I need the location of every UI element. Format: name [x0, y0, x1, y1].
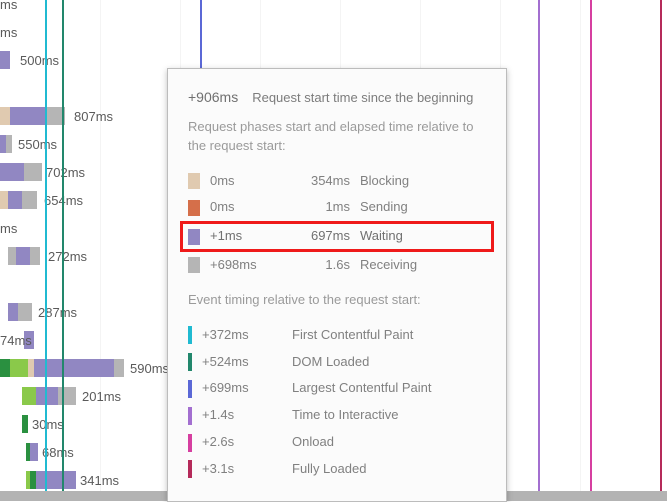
timing-bar[interactable]: [0, 51, 10, 69]
timing-bar[interactable]: [0, 135, 12, 153]
row-duration-label: 201ms: [82, 389, 121, 404]
phase-start: 0ms: [210, 172, 280, 191]
event-time: +524ms: [202, 353, 282, 372]
timing-bar[interactable]: [0, 191, 37, 209]
phase-row-receiving: +698ms 1.6s Receiving: [188, 252, 486, 279]
phase-start: +1ms: [210, 227, 280, 246]
phase-duration: 1ms: [290, 198, 350, 217]
phase-swatch-icon: [188, 229, 200, 245]
timing-bar[interactable]: [26, 443, 38, 461]
event-name: Time to Interactive: [292, 406, 486, 425]
row-duration-label: 341ms: [80, 473, 119, 488]
dom-marker: [62, 0, 64, 501]
events-list: +372ms First Contentful Paint +524ms DOM Lo…: [188, 322, 486, 483]
request-timing-tooltip: +906ms Request start time since the begi…: [167, 68, 507, 502]
phase-row-blocking: 0ms 354ms Blocking: [188, 168, 486, 195]
row-duration-label: 30ms: [32, 417, 64, 432]
table-row[interactable]: ms: [0, 18, 667, 46]
row-duration-label: 590ms: [130, 361, 169, 376]
row-duration-label: 272ms: [48, 249, 87, 264]
event-time: +2.6s: [202, 433, 282, 452]
table-row[interactable]: ms: [0, 0, 667, 18]
event-swatch-icon: [188, 380, 192, 398]
row-duration-label: 500ms: [20, 53, 59, 68]
phase-row-sending: 0ms 1ms Sending: [188, 194, 486, 221]
tooltip-header: +906ms Request start time since the begi…: [188, 87, 486, 108]
event-time: +699ms: [202, 379, 282, 398]
phases-list: 0ms 354ms Blocking 0ms 1ms Sending +1ms 697ms Wa…: [188, 168, 486, 279]
event-name: Fully Loaded: [292, 460, 486, 479]
event-time: +3.1s: [202, 460, 282, 479]
row-duration-label: ms: [0, 25, 17, 40]
event-name: DOM Loaded: [292, 353, 486, 372]
event-time: +1.4s: [202, 406, 282, 425]
timing-bar[interactable]: [22, 387, 76, 405]
timing-bar[interactable]: [22, 415, 28, 433]
phase-swatch-icon: [188, 200, 200, 216]
row-duration-label: ms: [0, 221, 17, 236]
event-row: +699ms Largest Contentful Paint: [188, 375, 486, 402]
event-row: +372ms First Contentful Paint: [188, 322, 486, 349]
timing-bar[interactable]: [8, 247, 40, 265]
phases-description: Request phases start and elapsed time re…: [188, 118, 486, 156]
events-description: Event timing relative to the request sta…: [188, 291, 486, 310]
phase-duration: 1.6s: [290, 256, 350, 275]
row-duration-label: 807ms: [74, 109, 113, 124]
event-row: +524ms DOM Loaded: [188, 349, 486, 376]
event-swatch-icon: [188, 326, 192, 344]
phase-start: 0ms: [210, 198, 280, 217]
event-swatch-icon: [188, 407, 192, 425]
event-swatch-icon: [188, 460, 192, 478]
event-name: First Contentful Paint: [292, 326, 486, 345]
phase-swatch-icon: [188, 173, 200, 189]
phase-row-waiting: +1ms 697ms Waiting: [180, 221, 494, 252]
row-duration-label: 702ms: [46, 165, 85, 180]
timing-bar[interactable]: [0, 163, 42, 181]
timing-bar[interactable]: [8, 303, 32, 321]
timing-bar[interactable]: [0, 107, 65, 125]
row-duration-label: ms: [0, 0, 17, 12]
phase-swatch-icon: [188, 257, 200, 273]
phase-duration: 354ms: [290, 172, 350, 191]
phase-name: Waiting: [360, 227, 486, 246]
phase-duration: 697ms: [290, 227, 350, 246]
phase-name: Blocking: [360, 172, 486, 191]
tti-marker: [538, 0, 540, 501]
event-name: Largest Contentful Paint: [292, 379, 486, 398]
event-time: +372ms: [202, 326, 282, 345]
event-row: +1.4s Time to Interactive: [188, 402, 486, 429]
event-swatch-icon: [188, 434, 192, 452]
full-marker: [660, 0, 662, 501]
load-marker: [590, 0, 592, 501]
row-duration-label: 550ms: [18, 137, 57, 152]
event-name: Onload: [292, 433, 486, 452]
request-start-value: +906ms: [188, 87, 238, 107]
fcp-marker: [45, 0, 47, 501]
phase-name: Receiving: [360, 256, 486, 275]
phase-start: +698ms: [210, 256, 280, 275]
event-row: +2.6s Onload: [188, 429, 486, 456]
event-row: +3.1s Fully Loaded: [188, 456, 486, 483]
row-duration-label: 287ms: [38, 305, 77, 320]
event-swatch-icon: [188, 353, 192, 371]
row-duration-label: 74ms: [0, 333, 32, 348]
timing-bar[interactable]: [26, 471, 76, 489]
phase-name: Sending: [360, 198, 486, 217]
request-start-desc: Request start time since the beginning: [252, 89, 473, 108]
